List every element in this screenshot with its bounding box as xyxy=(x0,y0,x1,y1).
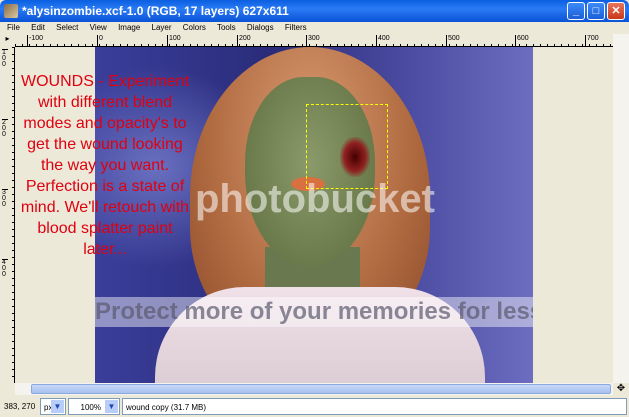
zoom-select[interactable]: 100% ▼ xyxy=(68,398,120,415)
menu-layer[interactable]: Layer xyxy=(152,23,172,32)
instruction-text: WOUNDS - Experiment with different blend… xyxy=(20,73,190,258)
chevron-down-icon: ▼ xyxy=(105,400,118,413)
vertical-ruler[interactable]: 100 200 300 400 xyxy=(0,47,15,383)
ruler-tick: 400 xyxy=(2,259,8,278)
ruler-tick: 200 xyxy=(2,119,8,138)
ruler-tick: 200 xyxy=(237,35,251,46)
zoom-value: 100% xyxy=(80,403,101,412)
ruler-tick: 100 xyxy=(2,49,8,68)
close-button[interactable]: ✕ xyxy=(607,2,625,20)
watermark-banner: Protect more of your memories for less! xyxy=(95,297,533,327)
menu-filters[interactable]: Filters xyxy=(285,23,307,32)
scrollbar-thumb[interactable] xyxy=(31,384,611,394)
pointer-coords: 383, 270 xyxy=(4,402,36,411)
title-bar: *alysinzombie.xcf-1.0 (RGB, 17 layers) 6… xyxy=(0,0,629,22)
ruler-tick: 500 xyxy=(446,35,460,46)
menu-view[interactable]: View xyxy=(90,23,107,32)
quick-mask-menu-icon[interactable]: ▸ xyxy=(0,34,15,47)
horizontal-scrollbar[interactable] xyxy=(15,383,613,395)
menu-tools[interactable]: Tools xyxy=(217,23,236,32)
image-canvas[interactable]: photobucket Protect more of your memorie… xyxy=(15,47,613,383)
ruler-tick: 700 xyxy=(585,35,599,46)
unit-select[interactable]: px ▼ xyxy=(40,398,66,415)
ruler-tick: 300 xyxy=(2,189,8,208)
layer-info-text: wound copy (31.7 MB) xyxy=(126,403,207,412)
ruler-tick: 600 xyxy=(515,35,529,46)
minimize-button[interactable]: _ xyxy=(567,2,585,20)
ruler-tick: 300 xyxy=(306,35,320,46)
ruler-tick: -100 xyxy=(27,35,43,46)
watermark: photobucket xyxy=(195,177,435,221)
status-bar: 383, 270 px ▼ 100% ▼ wound copy (31.7 MB) xyxy=(0,396,629,417)
layer-info: wound copy (31.7 MB) xyxy=(122,398,627,415)
menu-file[interactable]: File xyxy=(7,23,20,32)
ruler-tick: 100 xyxy=(167,35,181,46)
gimp-icon xyxy=(4,4,18,18)
menu-colors[interactable]: Colors xyxy=(183,23,206,32)
ruler-tick: 0 xyxy=(97,35,103,46)
navigate-icon[interactable]: ✥ xyxy=(613,383,629,395)
menu-dialogs[interactable]: Dialogs xyxy=(247,23,274,32)
menu-edit[interactable]: Edit xyxy=(31,23,45,32)
menu-bar: File Edit Select View Image Layer Colors… xyxy=(0,22,629,34)
vertical-scrollbar[interactable] xyxy=(613,34,629,383)
menu-select[interactable]: Select xyxy=(56,23,78,32)
window-title: *alysinzombie.xcf-1.0 (RGB, 17 layers) 6… xyxy=(22,4,289,18)
maximize-button[interactable]: □ xyxy=(587,2,605,20)
menu-image[interactable]: Image xyxy=(118,23,140,32)
chevron-down-icon: ▼ xyxy=(51,400,64,413)
horizontal-ruler[interactable]: -100 0 100 200 300 400 500 600 700 xyxy=(15,34,613,47)
ruler-tick: 400 xyxy=(376,35,390,46)
